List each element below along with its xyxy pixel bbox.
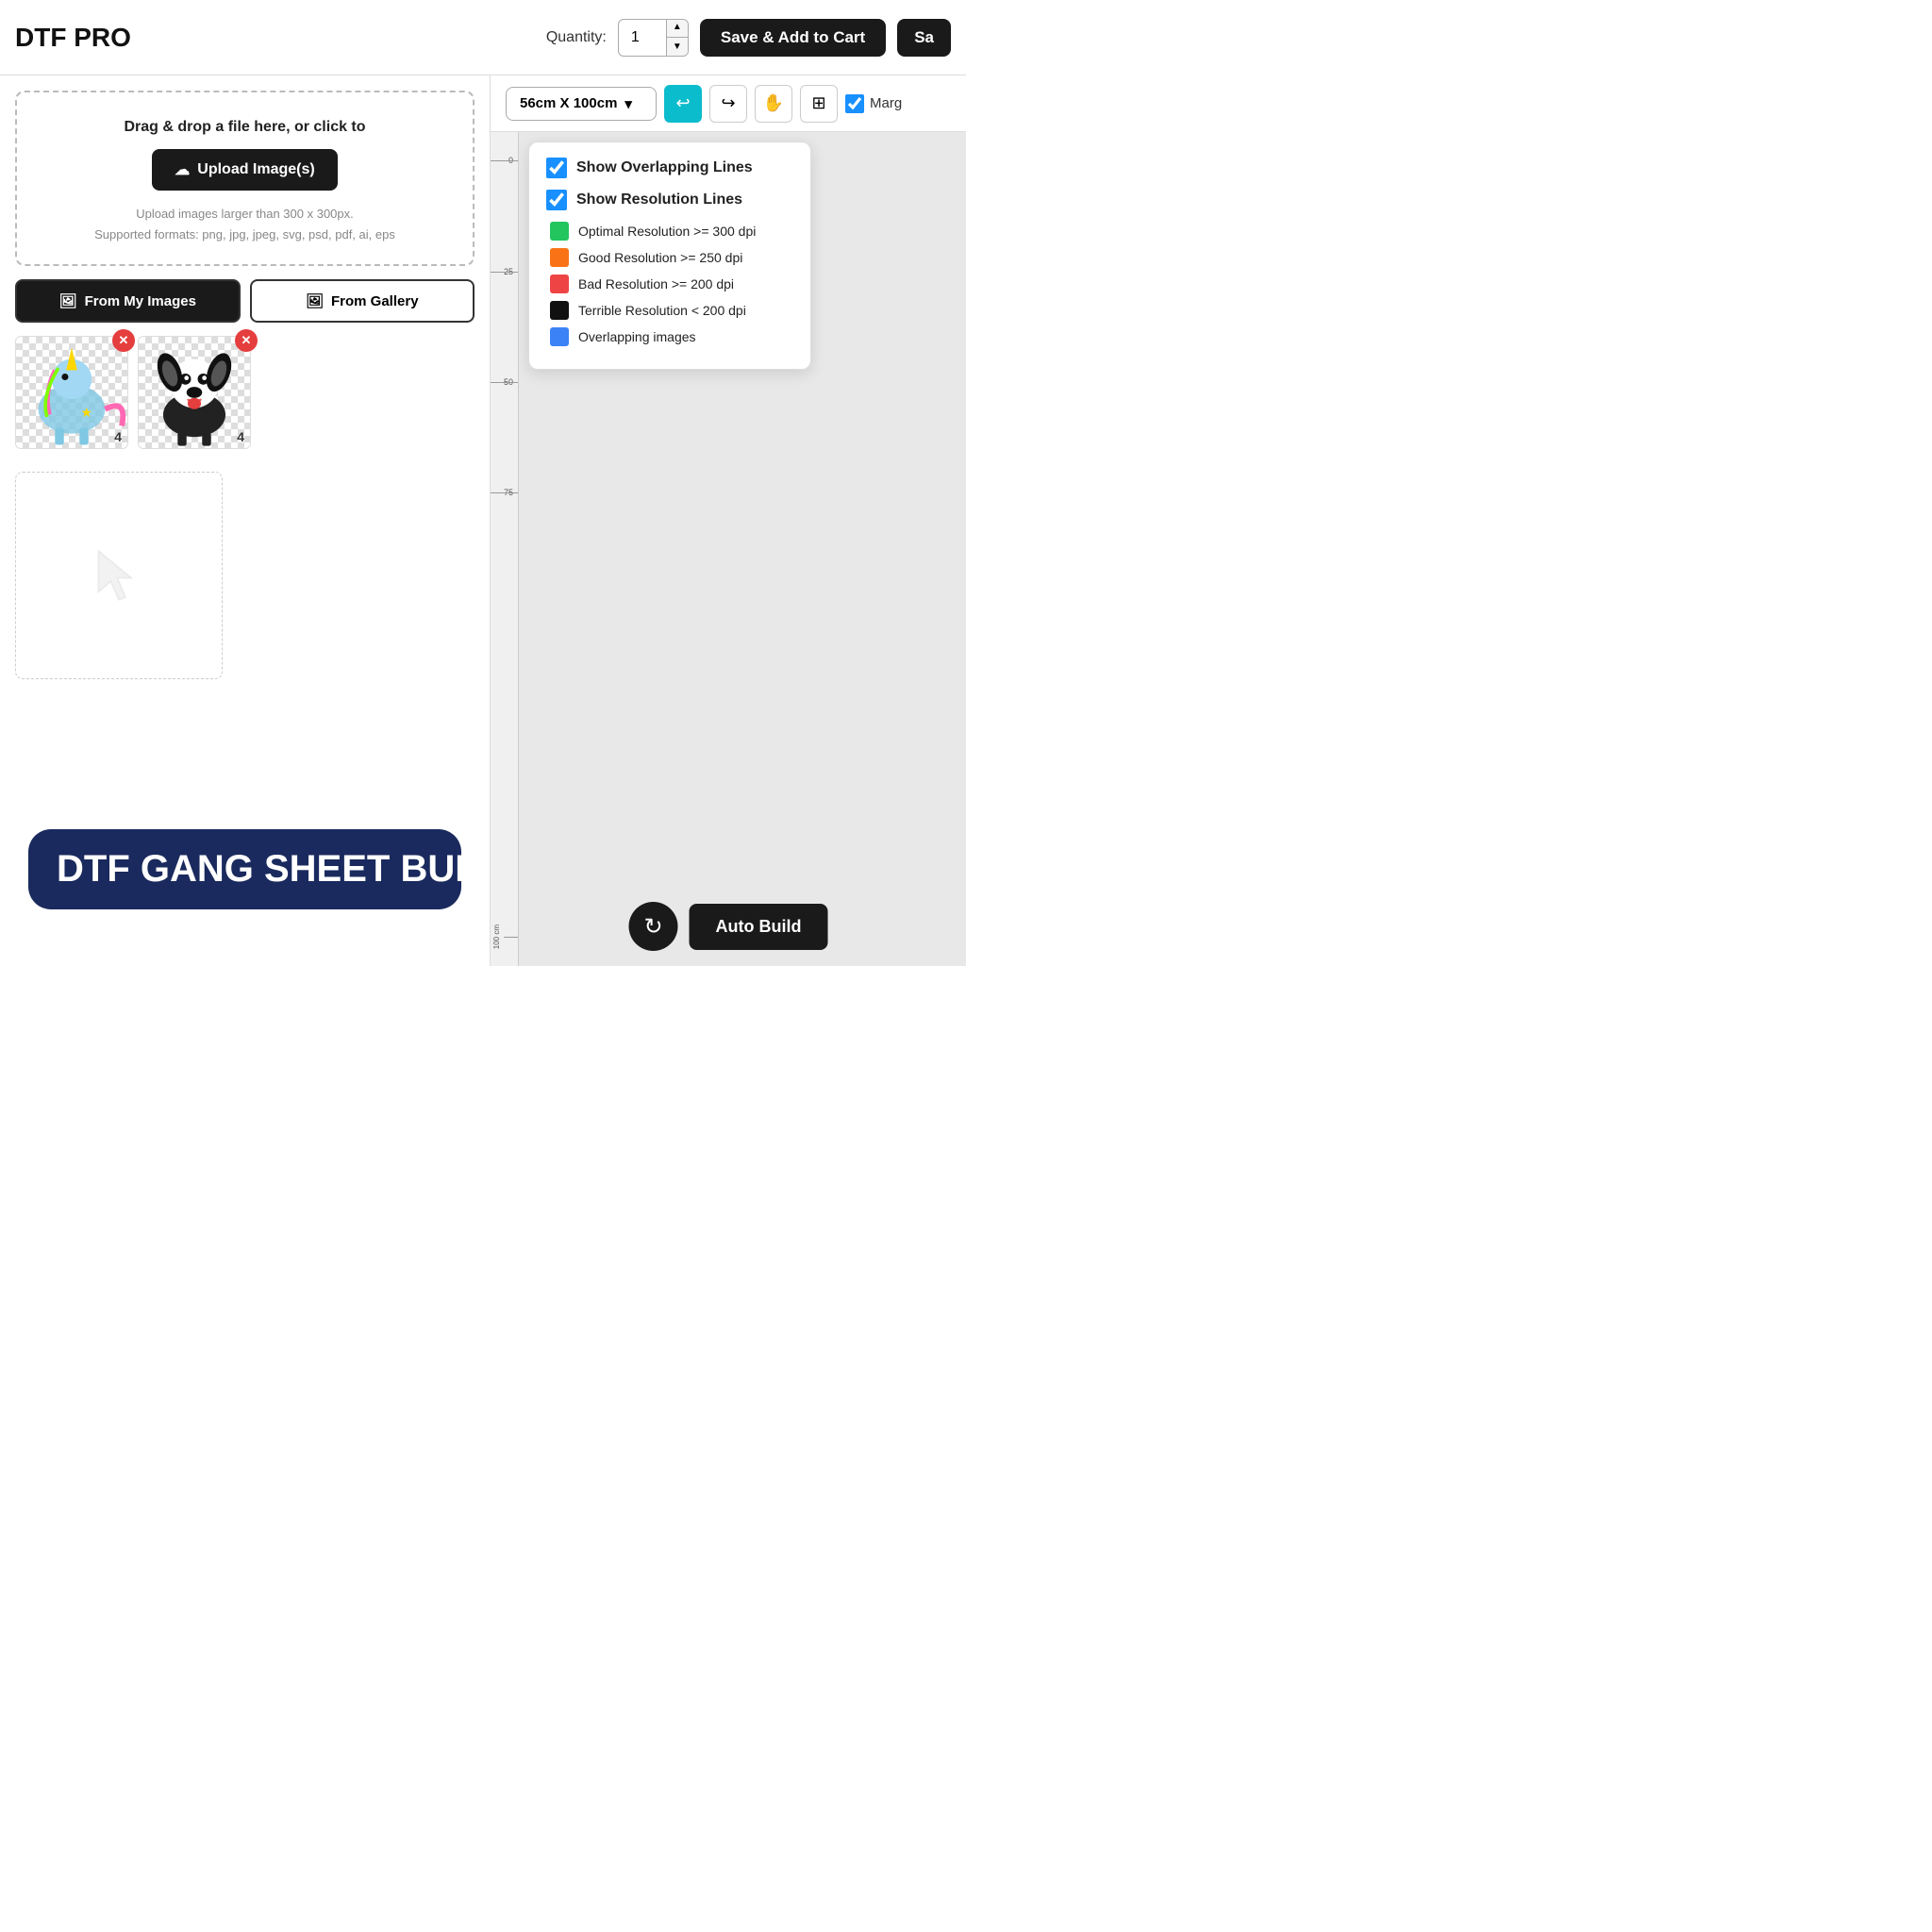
legend-good: Good Resolution >= 250 dpi	[546, 248, 793, 267]
ruler-cm-label: 100 cm	[492, 924, 501, 949]
canvas-area: 0 25 50 75 100 cm Show Overla	[491, 132, 966, 966]
remove-unicorn-button[interactable]: ✕	[112, 329, 135, 352]
thumbnail-unicorn[interactable]: ★ ✕ 4	[15, 336, 128, 449]
margins-label: Marg	[870, 95, 902, 111]
legend-optimal-dot	[550, 222, 569, 241]
upload-zone-text: Drag & drop a file here, or click to	[32, 119, 458, 136]
svg-text:★: ★	[80, 406, 92, 421]
vertical-ruler: 0 25 50 75 100 cm	[491, 132, 519, 966]
upload-icon: ☁	[175, 160, 190, 179]
unicorn-svg: ★	[16, 337, 127, 448]
header-right: Quantity: ▲ ▼ Save & Add to Cart Sa	[546, 19, 951, 57]
margins-checkbox[interactable]	[845, 94, 864, 113]
right-panel: 56cm X 100cm ▾ ↩ ↪ ✋ ⊞ Marg	[491, 75, 966, 966]
app-logo: DTF PRO	[15, 23, 546, 53]
gang-sheet-title: DTF GANG SHEET BUILDER	[57, 848, 433, 891]
tick-0	[491, 160, 518, 161]
margins-toggle[interactable]: Marg	[845, 94, 902, 113]
overlapping-lines-row: Show Overlapping Lines	[546, 158, 793, 178]
legend-overlapping-dot	[550, 327, 569, 346]
from-gallery-label: From Gallery	[331, 293, 419, 309]
size-label: 56cm X 100cm	[520, 95, 617, 111]
canvas-main[interactable]: Show Overlapping Lines Show Resolution L…	[519, 132, 966, 966]
size-select[interactable]: 56cm X 100cm ▾	[506, 87, 657, 121]
quantity-down[interactable]: ▼	[667, 38, 688, 57]
image-thumbnails: ★ ✕ 4	[15, 336, 475, 449]
pan-icon: ✋	[763, 93, 784, 113]
resolution-lines-label: Show Resolution Lines	[576, 192, 742, 208]
resolution-lines-row: Show Resolution Lines	[546, 190, 793, 210]
my-images-icon: 🖼	[59, 292, 77, 309]
undo-button[interactable]: ↩	[664, 85, 702, 123]
cursor-icon	[91, 547, 147, 604]
auto-build-button[interactable]: Auto Build	[690, 904, 828, 950]
gallery-icon: 🖼	[306, 292, 324, 309]
thumbnail-dog[interactable]: ✕ 4	[138, 336, 251, 449]
refresh-button[interactable]: ↻	[629, 902, 678, 951]
legend-optimal: Optimal Resolution >= 300 dpi	[546, 222, 793, 241]
main-layout: Drag & drop a file here, or click to ☁ U…	[0, 75, 966, 966]
refresh-icon: ↻	[643, 913, 662, 941]
upload-button[interactable]: ☁ Upload Image(s)	[152, 149, 337, 191]
tick-25	[491, 272, 518, 273]
undo-icon: ↩	[675, 93, 690, 113]
left-panel: Drag & drop a file here, or click to ☁ U…	[0, 75, 491, 966]
legend-good-dot	[550, 248, 569, 267]
save-cart-button[interactable]: Save & Add to Cart	[700, 19, 886, 57]
overlapping-lines-label: Show Overlapping Lines	[576, 159, 753, 176]
quantity-input[interactable]	[619, 29, 666, 46]
app-header: DTF PRO Quantity: ▲ ▼ Save & Add to Cart…	[0, 0, 966, 75]
grid-icon: ⊞	[811, 93, 825, 113]
pan-button[interactable]: ✋	[755, 85, 792, 123]
legend-terrible-dot	[550, 301, 569, 320]
grid-button[interactable]: ⊞	[800, 85, 838, 123]
dog-svg	[139, 337, 250, 448]
tick-100	[504, 937, 518, 938]
upload-label: Upload Image(s)	[197, 161, 314, 178]
quantity-up[interactable]: ▲	[667, 19, 688, 38]
legend-bad: Bad Resolution >= 200 dpi	[546, 275, 793, 293]
remove-dog-button[interactable]: ✕	[235, 329, 258, 352]
legend-overlapping-text: Overlapping images	[578, 329, 696, 344]
gang-sheet-banner: DTF GANG SHEET BUILDER	[28, 829, 461, 909]
upload-hint1: Upload images larger than 300 x 300px. S…	[32, 204, 458, 245]
tick-50	[491, 382, 518, 383]
legend-bad-text: Bad Resolution >= 200 dpi	[578, 276, 734, 291]
redo-button[interactable]: ↪	[709, 85, 747, 123]
settings-dropdown: Show Overlapping Lines Show Resolution L…	[528, 142, 811, 370]
from-my-images-button[interactable]: 🖼 From My Images	[15, 279, 241, 323]
upload-zone[interactable]: Drag & drop a file here, or click to ☁ U…	[15, 91, 475, 266]
redo-icon: ↪	[721, 93, 735, 113]
image-source-buttons: 🖼 From My Images 🖼 From Gallery	[15, 279, 475, 323]
quantity-spinners: ▲ ▼	[666, 19, 688, 57]
legend-overlapping: Overlapping images	[546, 327, 793, 346]
from-my-images-label: From My Images	[85, 293, 196, 309]
legend-terrible: Terrible Resolution < 200 dpi	[546, 301, 793, 320]
canvas-toolbar: 56cm X 100cm ▾ ↩ ↪ ✋ ⊞ Marg	[491, 75, 966, 132]
quantity-label: Quantity:	[546, 29, 607, 46]
legend-bad-dot	[550, 275, 569, 293]
save-button[interactable]: Sa	[897, 19, 951, 57]
tick-75	[491, 492, 518, 493]
resolution-lines-checkbox[interactable]	[546, 190, 567, 210]
overlapping-lines-checkbox[interactable]	[546, 158, 567, 178]
legend-good-text: Good Resolution >= 250 dpi	[578, 250, 742, 265]
legend-optimal-text: Optimal Resolution >= 300 dpi	[578, 224, 756, 239]
unicorn-count: 4	[114, 429, 122, 444]
canvas-placeholder	[15, 472, 223, 679]
quantity-input-wrap: ▲ ▼	[618, 19, 689, 57]
bottom-toolbar: ↻ Auto Build	[629, 902, 828, 951]
legend-terrible-text: Terrible Resolution < 200 dpi	[578, 303, 746, 318]
chevron-down-icon: ▾	[625, 95, 632, 112]
from-gallery-button[interactable]: 🖼 From Gallery	[250, 279, 475, 323]
dog-count: 4	[237, 429, 244, 444]
